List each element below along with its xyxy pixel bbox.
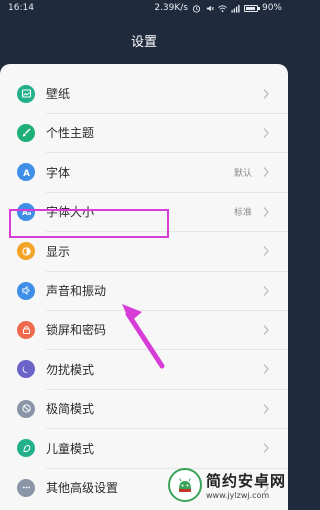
watermark-logo-icon — [168, 468, 202, 502]
chevron-right-icon — [263, 285, 269, 296]
settings-list: 壁纸个性主题 A 字体 默认 Aa 字体大小 标准显示声音和振动锁屏和密码勿扰模式极简模式儿… — [0, 64, 288, 510]
mute-icon — [206, 5, 214, 11]
font-icon: A — [17, 163, 35, 182]
moon-icon — [17, 360, 35, 379]
settings-row-label: 锁屏和密码 — [46, 323, 107, 338]
chevron-right-icon — [263, 127, 269, 138]
chevron-right-icon — [263, 88, 269, 99]
settings-row-label: 儿童模式 — [46, 441, 95, 456]
title-bar: 设置 — [0, 16, 288, 64]
svg-text:A: A — [23, 169, 30, 178]
speaker-icon — [17, 281, 35, 300]
settings-row-label: 勿扰模式 — [46, 362, 95, 377]
settings-row-label: 其他高级设置 — [46, 481, 119, 495]
status-bar: 16:14 2.39K/s 90% — [0, 0, 288, 16]
svg-text:a: a — [27, 211, 30, 217]
alarm-icon — [192, 4, 201, 13]
settings-row[interactable]: 壁纸 — [0, 74, 288, 113]
watermark-url: www.jylzwj.com — [206, 491, 270, 500]
font-size-icon: Aa — [17, 202, 35, 221]
settings-row-label: 个性主题 — [46, 126, 95, 141]
chevron-right-icon — [263, 403, 269, 414]
settings-row-label: 声音和振动 — [46, 284, 107, 298]
more-dots-icon — [17, 478, 35, 497]
chevron-right-icon — [263, 167, 269, 178]
settings-row[interactable]: 个性主题 — [0, 113, 288, 152]
chevron-right-icon — [263, 443, 269, 453]
page-title: 设置 — [130, 34, 157, 50]
settings-row[interactable]: 极简模式 — [0, 389, 288, 428]
settings-row[interactable]: 显示 — [0, 232, 288, 271]
wallpaper-icon — [17, 84, 35, 103]
settings-row-label: 显示 — [46, 244, 71, 259]
battery-level: 90% — [261, 3, 282, 13]
watermark: 简约安卓网 www.jylzwj.com — [168, 460, 288, 510]
status-right: 2.39K/s 90% — [154, 3, 282, 13]
child-mode-icon — [17, 439, 35, 458]
minimal-mode-icon — [17, 399, 35, 418]
settings-row-label: 极简模式 — [46, 402, 95, 417]
settings-row-label: 字体大小 — [46, 205, 95, 220]
chevron-right-icon — [263, 364, 269, 375]
annotation-arrow — [122, 304, 165, 369]
signal-icon — [231, 4, 240, 13]
chevron-right-icon — [263, 246, 269, 256]
settings-row-value: 标准 — [233, 208, 252, 219]
settings-row-label: 字体 — [46, 165, 71, 180]
battery-icon — [243, 4, 260, 12]
settings-row[interactable]: A 字体 默认 — [0, 153, 288, 192]
display-icon — [17, 242, 35, 261]
theme-brush-icon — [17, 123, 35, 142]
settings-row-label: 壁纸 — [46, 87, 71, 101]
network-speed: 2.39K/s — [154, 3, 188, 13]
chevron-right-icon — [263, 206, 269, 217]
watermark-title: 简约安卓网 — [206, 472, 287, 490]
settings-row-value: 默认 — [233, 168, 252, 179]
wifi-icon — [218, 4, 227, 12]
settings-row[interactable]: Aa 字体大小 标准 — [0, 192, 288, 231]
chevron-right-icon — [263, 324, 269, 335]
status-time: 16:14 — [8, 3, 34, 13]
watermark-text: 简约安卓网 www.jylzwj.com — [206, 470, 286, 500]
lock-icon — [17, 320, 35, 339]
